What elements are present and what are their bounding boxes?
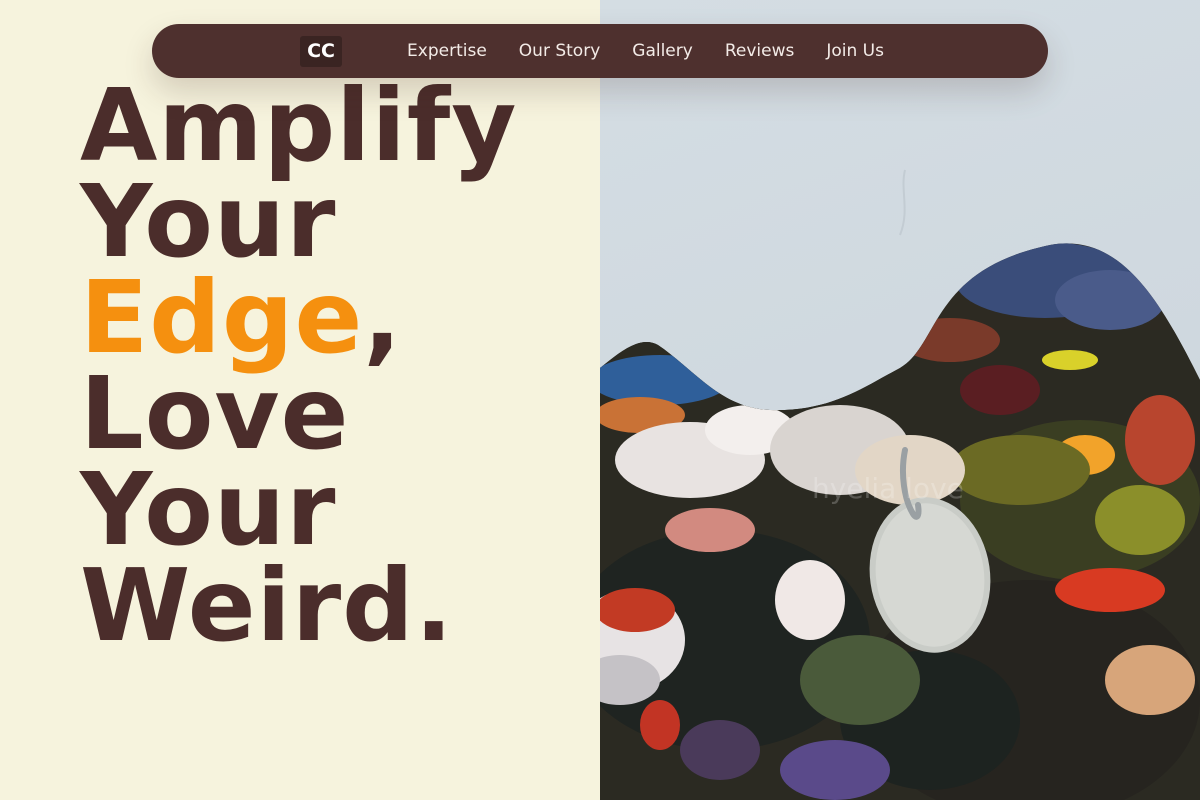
nav-links: Expertise Our Story Gallery Reviews Join… bbox=[391, 41, 900, 61]
headline-line-5: Your bbox=[80, 451, 337, 568]
nav-link-gallery[interactable]: Gallery bbox=[632, 41, 693, 61]
nav-link-our-story[interactable]: Our Story bbox=[519, 41, 600, 61]
nav-link-join-us[interactable]: Join Us bbox=[826, 41, 884, 61]
hero-headline: Amplify Your Edge, Love Your Weird. bbox=[80, 67, 518, 664]
logo[interactable]: CC bbox=[300, 35, 343, 67]
nav-link-reviews[interactable]: Reviews bbox=[725, 41, 795, 61]
nav-link-expertise[interactable]: Expertise bbox=[407, 41, 487, 61]
headline-line-1: Amplify bbox=[80, 67, 518, 184]
headline-line-2: Your bbox=[80, 163, 337, 280]
headline-line-4: Love bbox=[80, 355, 350, 472]
watermark-text: hyelia love bbox=[812, 472, 964, 505]
paint-palette-image: hyelia love bbox=[600, 169, 1200, 800]
page: hyelia love CC Expertise Our Story Galle… bbox=[0, 0, 1200, 800]
headline-line-6: Weird. bbox=[80, 547, 454, 664]
headline-line-3: Edge, bbox=[80, 268, 517, 368]
top-navbar: CC Expertise Our Story Gallery Reviews J… bbox=[152, 24, 1048, 78]
headline-comma: , bbox=[363, 259, 403, 376]
hero-image-panel: hyelia love bbox=[600, 0, 1200, 800]
